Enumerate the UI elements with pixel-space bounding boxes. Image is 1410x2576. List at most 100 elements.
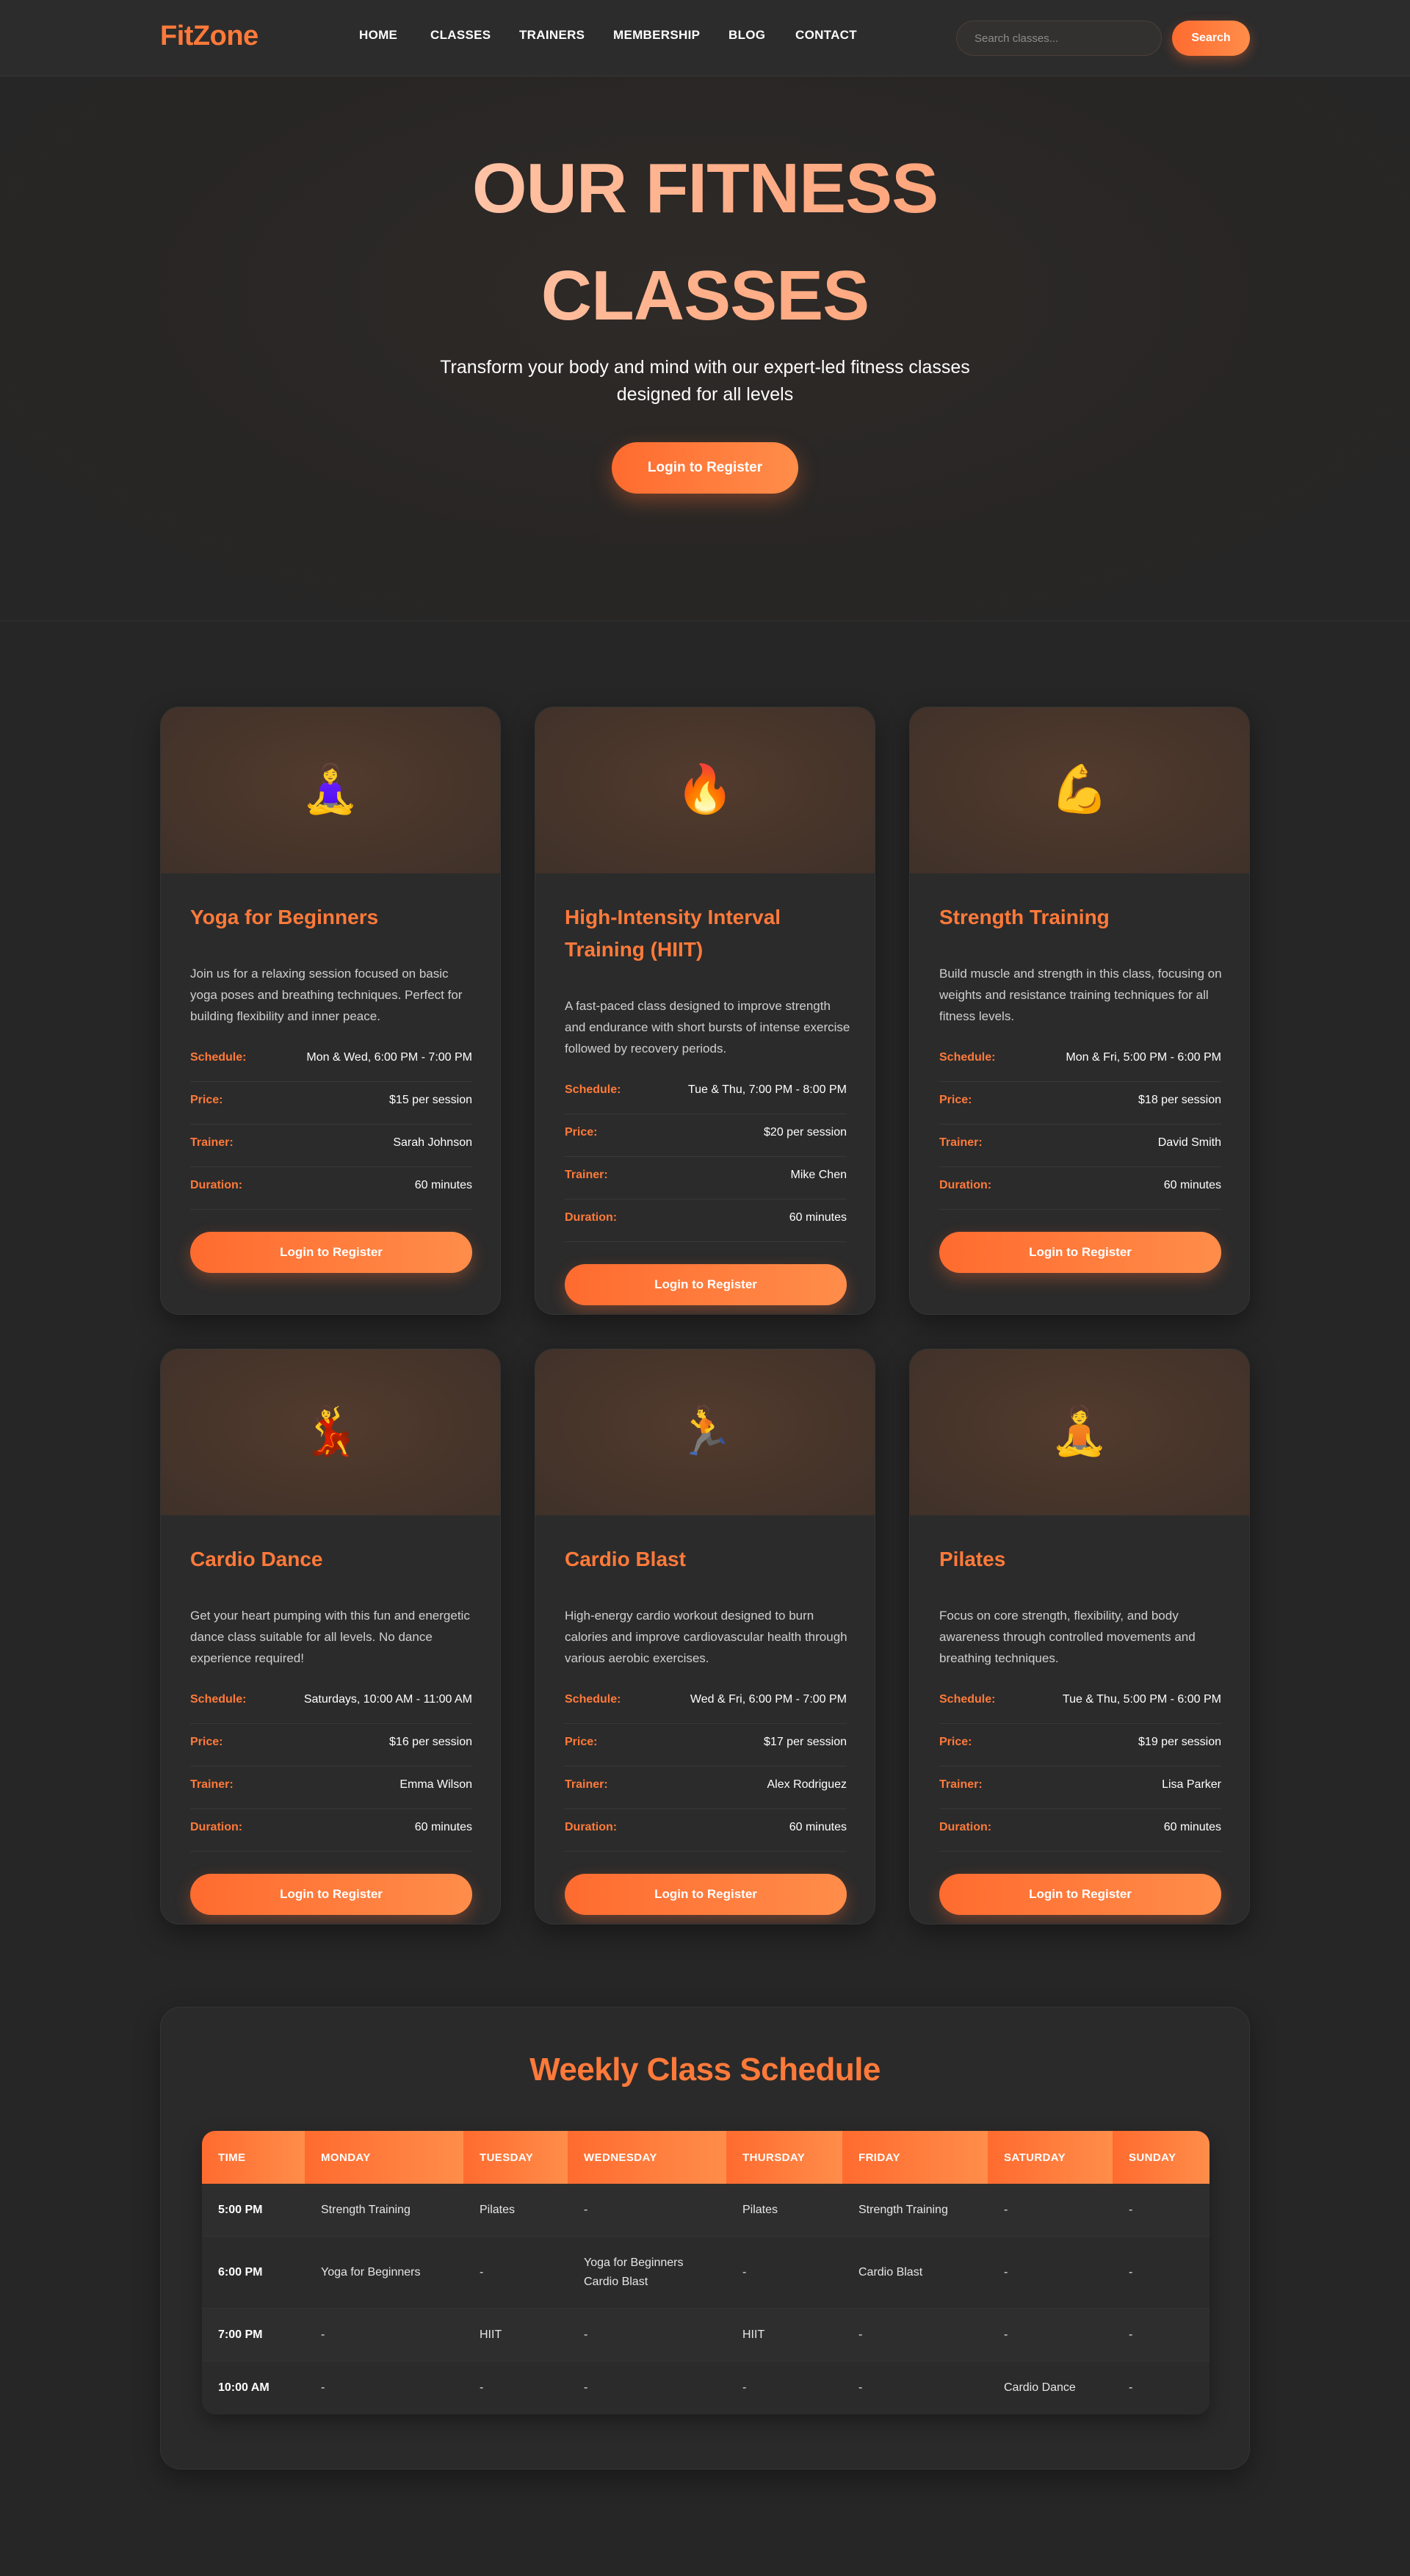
detail-label-schedule: Schedule: — [565, 1693, 621, 1706]
schedule-cell: - — [305, 2362, 463, 2414]
detail-value-trainer: Lisa Parker — [1162, 1778, 1221, 1791]
detail-value-duration: 60 minutes — [789, 1211, 847, 1224]
detail-value-trainer: Mike Chen — [790, 1169, 847, 1181]
schedule-cell: Yoga for Beginners Cardio Blast — [568, 2237, 726, 2309]
detail-value-duration: 60 minutes — [414, 1821, 472, 1833]
search-input[interactable] — [956, 21, 1162, 56]
detail-row-trainer: Trainer: Alex Rodriguez — [565, 1767, 847, 1809]
header-thursday: THURSDAY — [726, 2131, 842, 2184]
hero-subtitle: Transform your body and mind with our ex… — [440, 357, 970, 405]
header-wednesday: WEDNESDAY — [568, 2131, 726, 2184]
nav-link-trainers[interactable]: TRAINERS — [519, 28, 585, 43]
schedule-cell: - — [568, 2362, 726, 2414]
hero-login-button[interactable]: Login to Register — [612, 442, 798, 494]
detail-label-price: Price: — [190, 1736, 223, 1748]
detail-row-price: Price: $19 per session — [939, 1724, 1221, 1767]
header-sunday: SUNDAY — [1113, 2131, 1210, 2184]
detail-label-price: Price: — [565, 1736, 598, 1748]
detail-value-trainer: Sarah Johnson — [393, 1136, 472, 1149]
detail-row-trainer: Trainer: Mike Chen — [565, 1157, 847, 1199]
search-button[interactable]: Search — [1172, 21, 1250, 56]
card-image: 💪 — [910, 707, 1249, 873]
header-monday: MONDAY — [305, 2131, 463, 2184]
nav-link-classes[interactable]: CLASSES — [430, 28, 491, 43]
card-image: 🏃 — [535, 1349, 875, 1515]
schedule-table: TIME MONDAY TUESDAY WEDNESDAY THURSDAY F… — [202, 2131, 1210, 2414]
detail-row-trainer: Trainer: Sarah Johnson — [190, 1125, 472, 1167]
detail-row-schedule: Schedule: Tue & Thu, 5:00 PM - 6:00 PM — [939, 1681, 1221, 1724]
card-login-button[interactable]: Login to Register — [190, 1874, 472, 1915]
detail-row-trainer: Trainer: Lisa Parker — [939, 1767, 1221, 1809]
card-login-button[interactable]: Login to Register — [565, 1264, 847, 1305]
schedule-cell: - — [305, 2309, 463, 2362]
schedule-cell: - — [842, 2362, 988, 2414]
schedule-time-cell: 7:00 PM — [202, 2309, 305, 2362]
card-image: 🔥 — [535, 707, 875, 873]
detail-label-duration: Duration: — [565, 1821, 618, 1833]
card-login-button[interactable]: Login to Register — [939, 1874, 1221, 1915]
class-card-pilates: 🧘 Pilates Focus on core strength, flexib… — [909, 1349, 1250, 1924]
detail-row-duration: Duration: 60 minutes — [190, 1809, 472, 1852]
detail-label-duration: Duration: — [565, 1211, 618, 1224]
detail-row-schedule: Schedule: Wed & Fri, 6:00 PM - 7:00 PM — [565, 1681, 847, 1724]
nav-link-home[interactable]: HOME — [359, 28, 397, 43]
schedule-time-cell: 5:00 PM — [202, 2184, 305, 2237]
detail-value-price: $18 per session — [1138, 1094, 1221, 1106]
detail-value-price: $19 per session — [1138, 1736, 1221, 1748]
detail-label-price: Price: — [939, 1094, 972, 1106]
header-friday: FRIDAY — [842, 2131, 988, 2184]
schedule-cell: Cardio Dance — [988, 2362, 1113, 2414]
detail-label-price: Price: — [565, 1126, 598, 1139]
card-login-button[interactable]: Login to Register — [565, 1874, 847, 1915]
card-title: Strength Training — [939, 906, 1110, 928]
detail-value-price: $17 per session — [764, 1736, 847, 1748]
detail-value-price: $15 per session — [389, 1094, 472, 1106]
nav-link-blog[interactable]: BLOG — [728, 28, 765, 43]
detail-label-trainer: Trainer: — [939, 1778, 983, 1791]
schedule-cell: - — [1113, 2309, 1210, 2362]
card-login-button[interactable]: Login to Register — [190, 1232, 472, 1273]
detail-row-duration: Duration: 60 minutes — [939, 1167, 1221, 1210]
card-title: Yoga for Beginners — [190, 906, 379, 928]
detail-value-duration: 60 minutes — [1163, 1821, 1221, 1833]
card-description: Join us for a relaxing session focused o… — [190, 967, 463, 1023]
detail-row-price: Price: $16 per session — [190, 1724, 472, 1767]
detail-label-schedule: Schedule: — [939, 1051, 996, 1064]
detail-value-price: $20 per session — [764, 1126, 847, 1139]
card-image: 💃 — [161, 1349, 500, 1515]
dancer-icon: 💃 — [301, 1404, 360, 1459]
schedule-header-row: TIME MONDAY TUESDAY WEDNESDAY THURSDAY F… — [202, 2131, 1210, 2184]
hero-title: OUR FITNESS CLASSES — [0, 135, 1410, 350]
schedule-cell-line: Yoga for Beginners — [584, 2256, 684, 2269]
detail-value-trainer: Emma Wilson — [400, 1778, 472, 1791]
schedule-cell: - — [1113, 2184, 1210, 2237]
detail-row-duration: Duration: 60 minutes — [190, 1167, 472, 1210]
schedule-cell: - — [463, 2362, 568, 2414]
class-card-cardio-dance: 💃 Cardio Dance Get your heart pumping wi… — [160, 1349, 501, 1924]
detail-label-duration: Duration: — [939, 1821, 992, 1833]
schedule-cell: - — [842, 2309, 988, 2362]
nav-link-membership[interactable]: MEMBERSHIP — [613, 28, 700, 43]
detail-row-price: Price: $15 per session — [190, 1082, 472, 1125]
detail-row-schedule: Schedule: Mon & Wed, 6:00 PM - 7:00 PM — [190, 1039, 472, 1082]
class-card-cardio-blast: 🏃 Cardio Blast High-energy cardio workou… — [535, 1349, 875, 1924]
schedule-cell: - — [726, 2362, 842, 2414]
detail-label-schedule: Schedule: — [190, 1051, 247, 1064]
detail-label-trainer: Trainer: — [190, 1778, 234, 1791]
detail-row-price: Price: $18 per session — [939, 1082, 1221, 1125]
hero-section: OUR FITNESS CLASSES Transform your body … — [0, 76, 1410, 621]
detail-value-schedule: Tue & Thu, 7:00 PM - 8:00 PM — [687, 1083, 847, 1096]
card-login-button[interactable]: Login to Register — [939, 1232, 1221, 1273]
class-card-strength-training: 💪 Strength Training Build muscle and str… — [909, 707, 1250, 1315]
detail-label-duration: Duration: — [190, 1179, 243, 1191]
detail-row-schedule: Schedule: Tue & Thu, 7:00 PM - 8:00 PM — [565, 1072, 847, 1114]
card-title: Cardio Dance — [190, 1548, 323, 1570]
detail-label-schedule: Schedule: — [190, 1693, 247, 1706]
schedule-title: Weekly Class Schedule — [529, 2052, 881, 2088]
detail-value-duration: 60 minutes — [414, 1179, 472, 1191]
nav-link-contact[interactable]: CONTACT — [795, 28, 857, 43]
schedule-cell: - — [988, 2184, 1113, 2237]
detail-value-duration: 60 minutes — [789, 1821, 847, 1833]
detail-label-trainer: Trainer: — [565, 1169, 608, 1181]
meditation-icon: 🧘 — [1050, 1404, 1109, 1459]
